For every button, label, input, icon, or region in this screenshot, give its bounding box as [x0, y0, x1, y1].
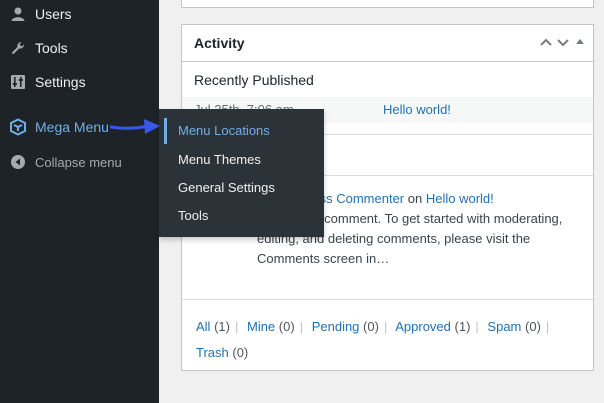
move-down-icon[interactable] — [556, 35, 570, 52]
filter-mine-count: (0) — [278, 319, 295, 334]
mega-menu-flyout-submenu: Menu Locations Menu Themes General Setti… — [159, 109, 324, 237]
submenu-item-label: Menu Locations — [178, 122, 270, 138]
comment-on-text: on — [407, 191, 423, 206]
activity-widget-title: Activity — [194, 35, 245, 51]
filter-approved-link[interactable]: Approved — [395, 319, 451, 334]
sidebar-item-label: Collapse menu — [35, 154, 122, 170]
submenu-item-label: Menu Themes — [178, 151, 261, 167]
users-icon — [9, 5, 27, 23]
filter-trash-link[interactable]: Trash — [196, 345, 229, 360]
filter-spam-link[interactable]: Spam — [487, 319, 521, 334]
settings-sliders-icon — [9, 73, 27, 91]
filter-all-count: (1) — [214, 319, 230, 334]
sidebar-item-label: Settings — [35, 74, 86, 90]
comment-filter-links: All (1) | Mine (0) | Pending (0) | Approved… — [196, 319, 550, 360]
wrench-icon — [9, 39, 27, 57]
filter-mine-link[interactable]: Mine — [247, 319, 275, 334]
sidebar-item-label: Tools — [35, 40, 68, 56]
pointer-arrow-icon — [110, 119, 160, 134]
sidebar-item-tools[interactable]: Tools — [0, 31, 159, 65]
sidebar-item-label: Mega Menu — [35, 119, 109, 135]
filter-pending-link[interactable]: Pending — [312, 319, 360, 334]
filter-trash-count: (0) — [232, 345, 249, 360]
submenu-item-menu-locations[interactable]: Menu Locations — [159, 116, 324, 144]
collapse-arrow-icon — [9, 153, 27, 171]
move-up-icon[interactable] — [539, 35, 553, 52]
filter-all-link[interactable]: All — [196, 319, 210, 334]
submenu-item-menu-themes[interactable]: Menu Themes — [159, 145, 324, 173]
filter-spam-count: (0) — [525, 319, 541, 334]
upper-widget-bottom-edge — [181, 0, 594, 8]
post-link[interactable]: Hello world! — [383, 102, 451, 117]
mega-menu-cube-icon — [9, 118, 27, 136]
comment-post-link[interactable]: Hello world! — [426, 191, 494, 206]
submenu-item-tools[interactable]: Tools — [159, 201, 324, 229]
section-divider — [182, 299, 593, 300]
admin-sidebar: Users Tools Settings Mega Menu Collapse … — [0, 0, 159, 403]
submenu-item-label: General Settings — [178, 179, 275, 195]
collapse-menu-button[interactable]: Collapse menu — [0, 145, 159, 179]
filter-pending-count: (0) — [363, 319, 379, 334]
toggle-panel-icon[interactable] — [573, 35, 587, 52]
submenu-item-label: Tools — [178, 207, 209, 223]
filter-approved-count: (1) — [454, 319, 471, 334]
sidebar-item-users[interactable]: Users — [0, 0, 159, 31]
sidebar-item-label: Users — [35, 6, 72, 22]
recently-published-heading: Recently Published — [194, 72, 314, 88]
submenu-item-general-settings[interactable]: General Settings — [159, 173, 324, 201]
activity-widget-header: Activity — [181, 24, 594, 62]
sidebar-item-settings[interactable]: Settings — [0, 65, 159, 99]
